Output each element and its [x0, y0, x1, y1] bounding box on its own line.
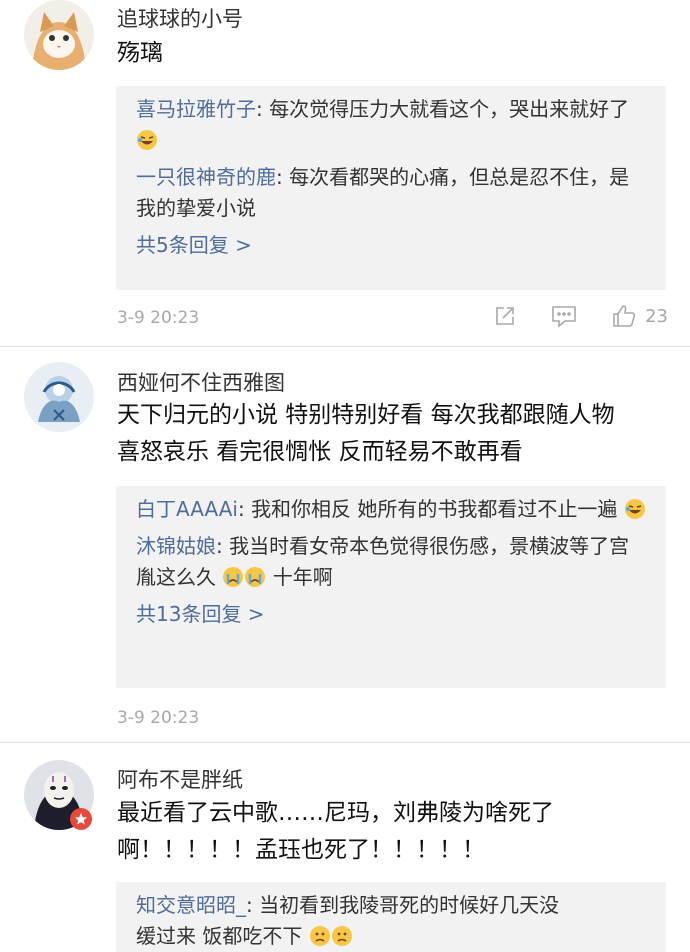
comment-username[interactable]: 追球球的小号 [117, 3, 243, 33]
crying-emoji-icon [245, 567, 266, 587]
sad-emoji-icon [331, 926, 352, 946]
reply-item: 白丁AAAAi: 我和你相反 她所有的书我都看过不止一遍 [136, 494, 646, 525]
reply-box[interactable]: 白丁AAAAi: 我和你相反 她所有的书我都看过不止一遍 沐锦姑娘: 我当时看女… [116, 486, 666, 688]
more-replies-link[interactable]: 共5条回复 > [136, 230, 646, 261]
comment-text: 殇璃 [117, 40, 163, 66]
timestamp: 3-9 20:23 [117, 708, 200, 728]
reply-item: 知交意昭昭_: 当初看到我陵哥死的时候好几天没 缓过来 饭都吃不下 [136, 893, 560, 948]
comment-text: 天下归元的小说 特别特别好看 每次我都跟随人物 喜怒哀乐 看完很惆怅 反而轻易不… [117, 402, 615, 465]
reply-username[interactable]: 白丁AAAAi [136, 497, 238, 521]
reply-item: 一只很神奇的鹿: 每次看都哭的心痛，但总是忍不住，是我的挚爱小说 [136, 165, 630, 220]
reply-item: 沐锦姑娘: 我当时看女帝本色觉得很伤感，景横波等了宫胤这么久 十年啊 [136, 534, 630, 589]
more-replies-link[interactable]: 共13条回复 > [136, 599, 646, 630]
reply-text: 每次觉得压力大就看这个，哭出来就好了 [269, 97, 630, 121]
comment-icon [552, 306, 576, 328]
comment-username[interactable]: 西娅何不住西雅图 [117, 367, 285, 397]
timestamp: 3-9 20:23 [117, 308, 200, 328]
thumbs-up-icon [613, 305, 636, 327]
reply-item: 喜马拉雅竹子: 每次觉得压力大就看这个，哭出来就好了 [136, 94, 646, 156]
like-count: 23 [645, 305, 668, 327]
reply-text-tail: 十年啊 [272, 565, 333, 589]
verified-badge-icon [70, 808, 92, 830]
divider [0, 742, 690, 743]
avatar[interactable] [24, 0, 94, 70]
crying-emoji-icon [223, 567, 244, 587]
reply-text: 当初看到我陵哥死的时候好几天没 [259, 893, 560, 917]
comment-text: 最近看了云中歌……尼玛，刘弗陵为啥死了 啊！！！！！孟珏也死了！！！！！ [117, 800, 554, 863]
reply-username[interactable]: 知交意昭昭_ [136, 893, 246, 917]
reply-text: 缓过来 饭都吃不下 [136, 924, 303, 948]
sad-emoji-icon [309, 926, 330, 946]
reply-text: 我和你相反 她所有的书我都看过不止一遍 [251, 497, 618, 521]
reply-username[interactable]: 喜马拉雅竹子 [136, 97, 256, 121]
laugh-cry-emoji-icon [624, 499, 645, 519]
reply-box[interactable]: 喜马拉雅竹子: 每次觉得压力大就看这个，哭出来就好了 一只很神奇的鹿: 每次看都… [116, 86, 666, 290]
reply-button[interactable] [551, 304, 577, 328]
reply-username[interactable]: 一只很神奇的鹿 [136, 165, 276, 189]
comment-actions: 23 [493, 303, 668, 329]
reply-username[interactable]: 沐锦姑娘 [136, 534, 216, 558]
comment-username[interactable]: 阿布不是胖纸 [117, 764, 243, 794]
avatar[interactable] [24, 362, 94, 432]
share-button[interactable] [493, 304, 517, 328]
laugh-cry-emoji-icon [137, 130, 157, 150]
share-icon [496, 307, 514, 325]
like-button[interactable]: 23 [611, 303, 668, 329]
divider [0, 346, 690, 347]
reply-box[interactable]: 知交意昭昭_: 当初看到我陵哥死的时候好几天没 缓过来 饭都吃不下 [116, 882, 666, 952]
